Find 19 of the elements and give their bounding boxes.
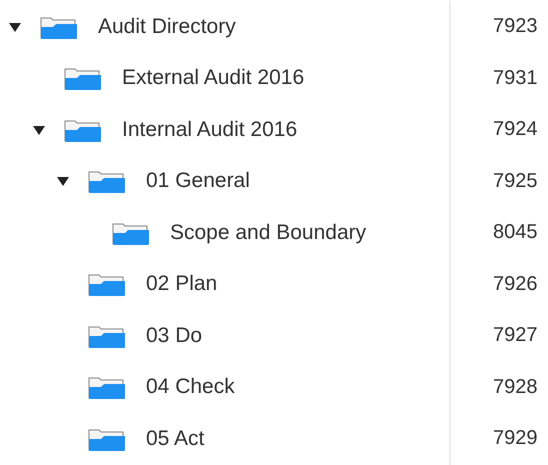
folder-id: 7927	[493, 324, 538, 348]
folder-name[interactable]: 05 Act	[146, 426, 204, 451]
folder-id: 7925	[493, 170, 538, 193]
folder-name[interactable]: 04 Check	[146, 375, 235, 400]
folder-name[interactable]: Internal Audit 2016	[122, 118, 298, 142]
folder-id: 8045	[493, 221, 538, 244]
folder-id: 7929	[493, 427, 538, 450]
folder-id: 7926	[493, 272, 538, 296]
collapse-icon[interactable]	[56, 174, 70, 188]
folder-id: 7923	[493, 15, 538, 38]
folder-id: 7931	[493, 66, 538, 90]
folder-name[interactable]: Audit Directory	[98, 14, 236, 39]
folder-name[interactable]: 01 General	[146, 169, 250, 194]
folder-id: 7924	[493, 118, 538, 142]
folder-name[interactable]: External Audit 2016	[122, 66, 304, 90]
folder-name[interactable]: 03 Do	[146, 324, 202, 348]
folder-name[interactable]: 02 Plan	[146, 272, 218, 296]
folder-id: 7928	[493, 376, 538, 399]
folder-name[interactable]: Scope and Boundary	[170, 220, 366, 245]
